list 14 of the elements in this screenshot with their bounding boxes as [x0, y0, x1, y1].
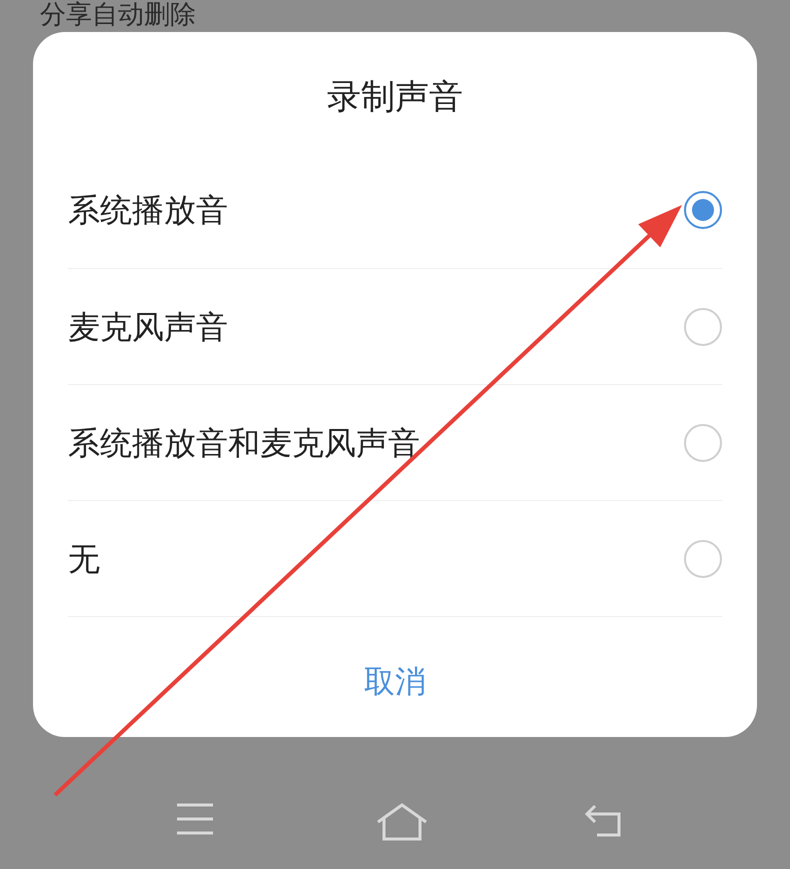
menu-icon[interactable]: [175, 802, 215, 836]
radio-button[interactable]: [684, 424, 722, 462]
cancel-button[interactable]: 取消: [340, 657, 450, 707]
option-label: 麦克风声音: [68, 306, 228, 348]
setting-label: 分享自动删除: [40, 0, 196, 30]
radio-button[interactable]: [684, 308, 722, 346]
dialog-title: 录制声音: [327, 76, 463, 119]
radio-button[interactable]: [684, 191, 722, 229]
back-icon[interactable]: [583, 802, 623, 838]
home-icon[interactable]: [375, 802, 429, 842]
radio-button[interactable]: [684, 540, 722, 578]
option-label: 系统播放音: [68, 190, 228, 231]
option-label: 系统播放音和麦克风声音: [68, 422, 420, 464]
option-label: 无: [68, 538, 100, 580]
